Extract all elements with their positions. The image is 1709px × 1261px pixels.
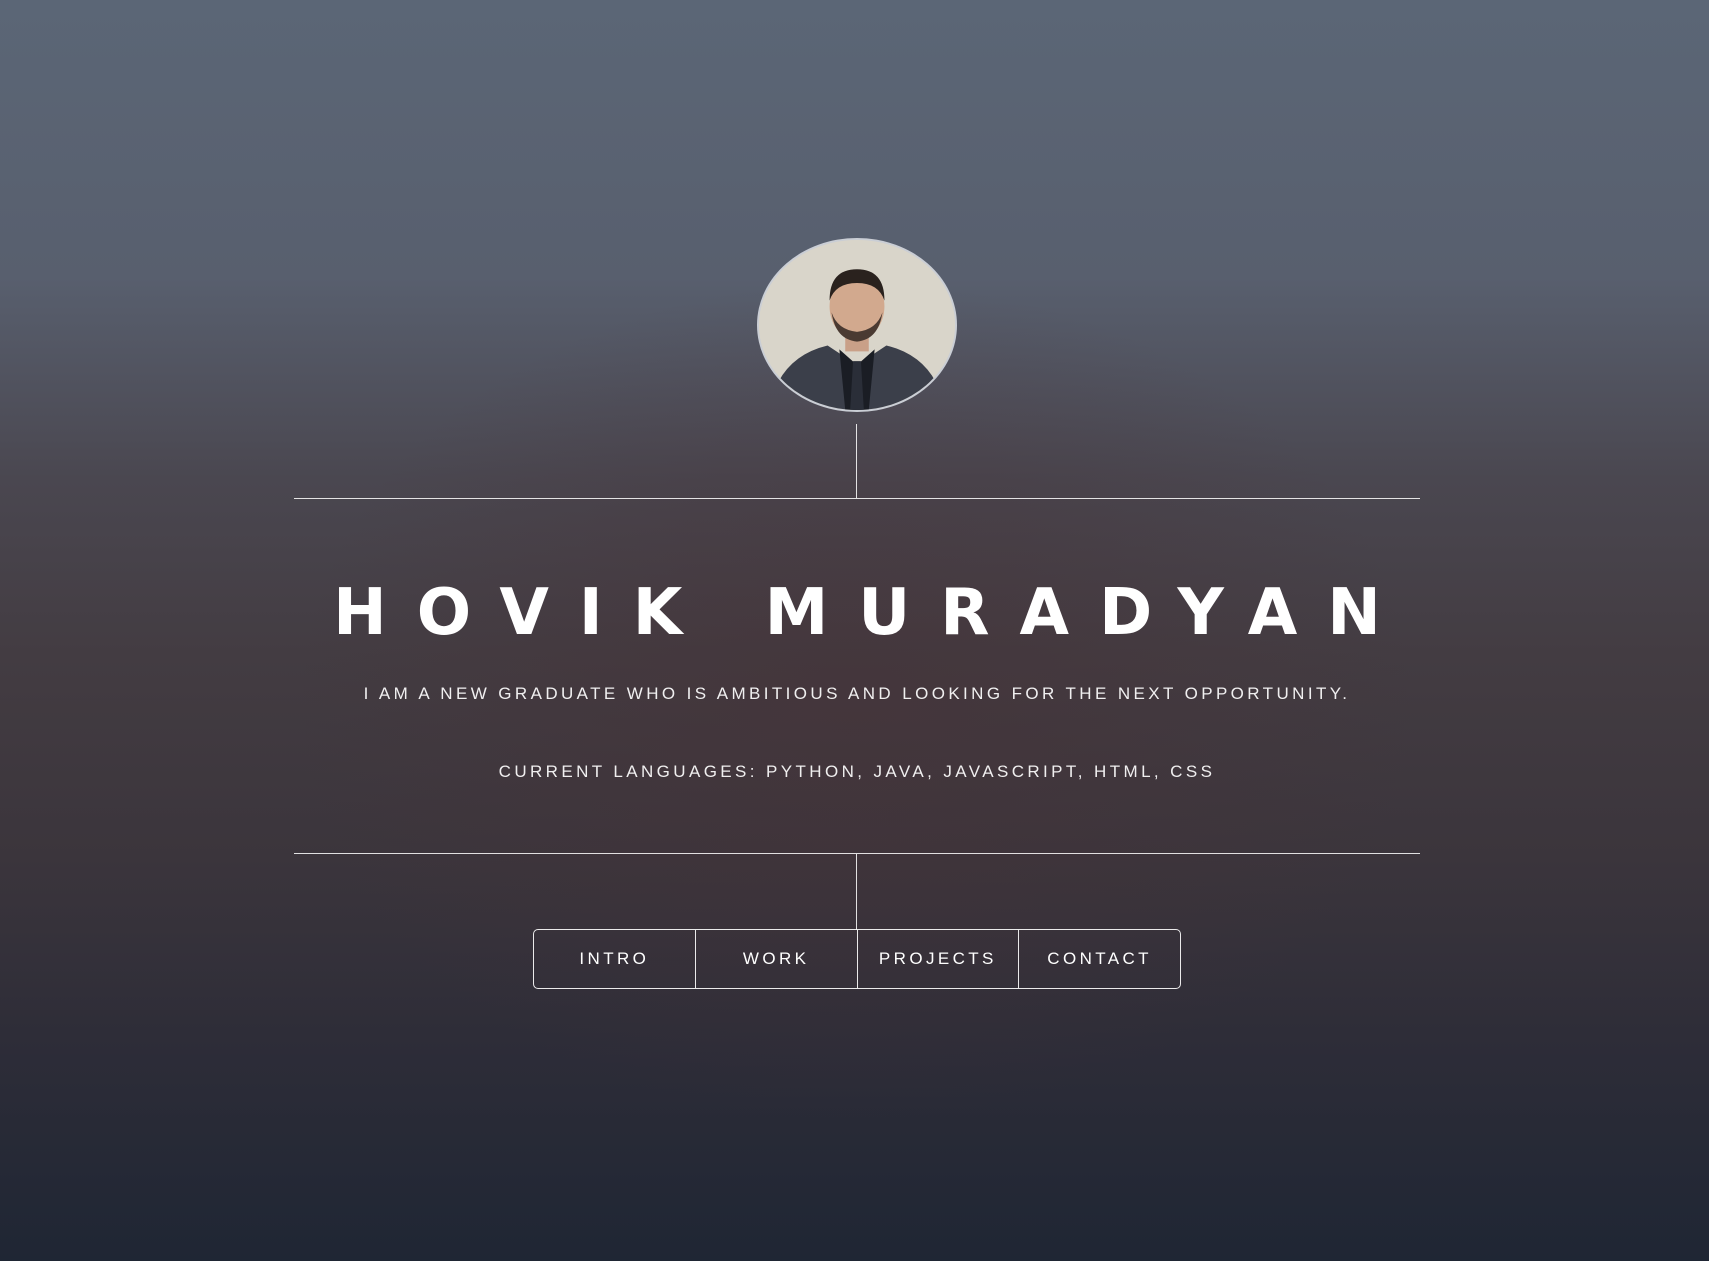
nav-work[interactable]: WORK bbox=[696, 930, 858, 988]
connector-line-bottom bbox=[856, 854, 857, 930]
nav-projects[interactable]: PROJECTS bbox=[858, 930, 1020, 988]
profile-photo bbox=[759, 240, 955, 410]
connector-line-top bbox=[856, 424, 857, 498]
divider-bottom bbox=[294, 853, 1420, 854]
avatar bbox=[757, 238, 957, 412]
languages-text: CURRENT LANGUAGES: PYTHON, JAVA, JAVASCR… bbox=[498, 762, 1216, 781]
main-nav: INTRO WORK PROJECTS CONTACT bbox=[533, 929, 1181, 989]
divider-top bbox=[294, 498, 1420, 499]
nav-contact[interactable]: CONTACT bbox=[1019, 930, 1180, 988]
tagline: I AM A NEW GRADUATE WHO IS AMBITIOUS AND… bbox=[363, 684, 1351, 703]
nav-intro[interactable]: INTRO bbox=[534, 930, 696, 988]
page-title: HOVIK MURADYAN bbox=[333, 576, 1411, 650]
